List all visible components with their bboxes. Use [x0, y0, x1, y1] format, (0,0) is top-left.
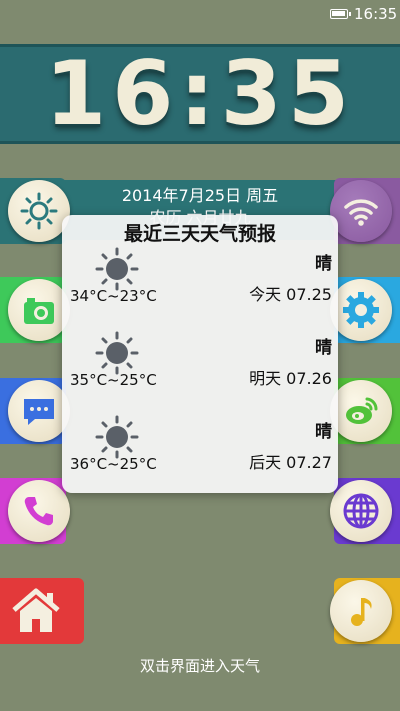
- message-icon: [8, 380, 70, 442]
- settings-app-tile[interactable]: [330, 277, 400, 343]
- status-bar: 16:35: [0, 0, 400, 28]
- forecast-day: 明天 07.26: [249, 369, 332, 388]
- forecast-row: 34°C~23°C 晴 今天 07.25: [62, 247, 338, 337]
- weibo-icon: [330, 380, 392, 442]
- forecast-title: 最近三天天气预报: [123, 223, 276, 245]
- battery-icon: [330, 9, 351, 19]
- forecast-row: 36°C~25°C 晴 后天 07.27: [62, 415, 338, 505]
- weather-condition: 晴: [315, 254, 332, 274]
- double-tap-hint: 双击界面进入天气: [139, 657, 260, 675]
- forecast-day: 后天 07.27: [249, 453, 332, 472]
- temperature-range: 36°C~25°C: [70, 455, 157, 473]
- globe-icon: [330, 480, 392, 542]
- music-app-tile[interactable]: [330, 578, 400, 644]
- browser-app-tile[interactable]: [330, 478, 400, 544]
- weather-forecast-card[interactable]: 最近三天天气预报 34°C~23°C 晴 今天 07.25 35°C~25°C …: [62, 215, 338, 493]
- messages-app-tile[interactable]: [0, 378, 70, 444]
- temperature-range: 35°C~25°C: [70, 371, 157, 389]
- weibo-app-tile[interactable]: [330, 378, 400, 444]
- home-app-tile[interactable]: [0, 578, 84, 644]
- music-note-icon: [330, 580, 392, 642]
- forecast-row: 35°C~25°C 晴 明天 07.26: [62, 331, 338, 421]
- home-icon: [10, 586, 62, 640]
- weather-condition: 晴: [315, 338, 332, 358]
- phone-app-tile[interactable]: [0, 478, 70, 544]
- sun-icon: [8, 180, 70, 242]
- temperature-range: 34°C~23°C: [70, 287, 157, 305]
- camera-app-tile[interactable]: [0, 277, 70, 343]
- clock-time[interactable]: 16:35: [0, 44, 400, 144]
- wifi-toggle-tile[interactable]: [330, 178, 400, 244]
- camera-icon: [8, 279, 70, 341]
- weather-condition: 晴: [315, 422, 332, 442]
- weather-app-tile[interactable]: [0, 178, 70, 244]
- phone-icon: [8, 480, 70, 542]
- wifi-icon: [330, 180, 392, 242]
- gear-icon: [330, 279, 392, 341]
- forecast-day: 今天 07.25: [249, 285, 332, 304]
- status-time: 16:35: [354, 5, 398, 23]
